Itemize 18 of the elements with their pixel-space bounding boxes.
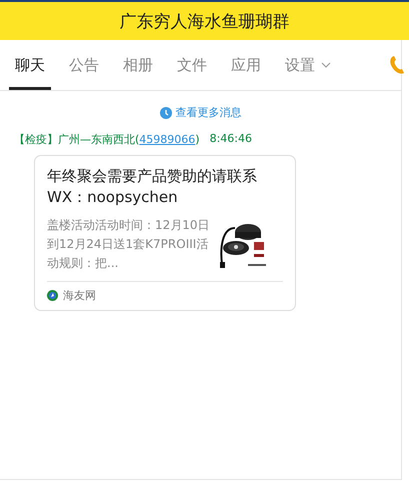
more-messages-link[interactable]: 查看更多消息 bbox=[176, 105, 242, 120]
card-summary: 盖楼活动活动时间：12月10日到12月24日送1套K7PROIII活动规则：把... bbox=[47, 217, 211, 272]
sender-id-link[interactable]: 45989066 bbox=[139, 133, 196, 146]
phone-icon[interactable] bbox=[388, 54, 406, 76]
tab[interactable]: 公告 bbox=[63, 43, 105, 90]
site-logo-icon bbox=[47, 290, 58, 301]
tab[interactable]: 聊天 bbox=[9, 43, 51, 90]
card-source: 海友网 bbox=[63, 288, 96, 303]
tab[interactable]: 文件 bbox=[171, 43, 213, 90]
tab[interactable]: 相册 bbox=[117, 43, 159, 90]
sender-name: 【检疫】广州—东南西北(45989066) bbox=[14, 132, 200, 147]
window-title: 广东穷人海水鱼珊瑚群 bbox=[120, 10, 290, 32]
tab[interactable]: 应用 bbox=[225, 43, 267, 90]
tab[interactable]: 设置 bbox=[279, 43, 337, 90]
message-time: 8:46:46 bbox=[210, 132, 252, 147]
card-title: 年终聚会需要产品赞助的请联系WX：noopsychen bbox=[47, 166, 258, 208]
share-card[interactable]: 年终聚会需要产品赞助的请联系WX：noopsychen 盖楼活动活动时间：12月10日到12月24日送1套K7PROIII活动规则：把... 海友网 bbox=[34, 155, 296, 311]
clock-icon bbox=[160, 106, 172, 118]
